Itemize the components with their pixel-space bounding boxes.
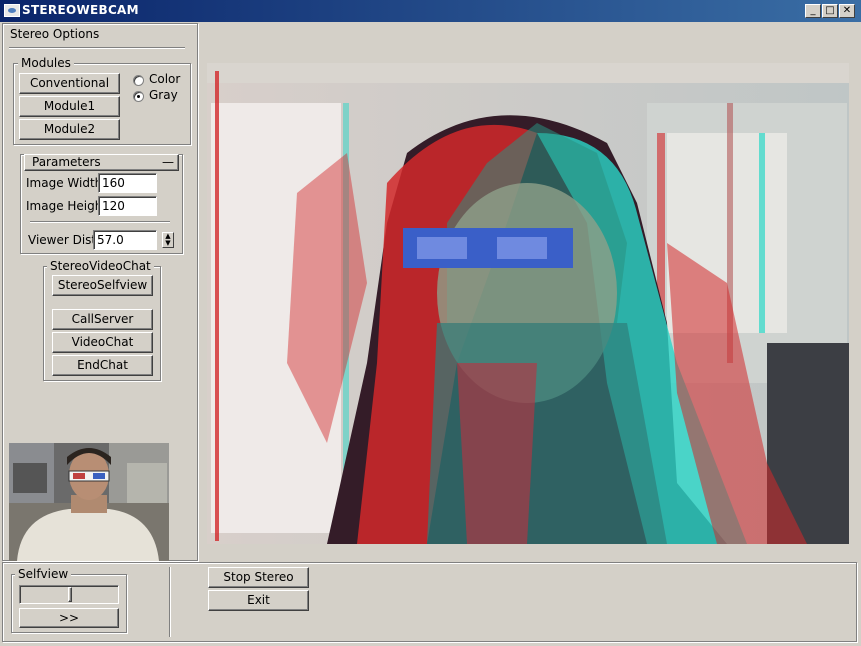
bottom-panel: Selfview >> Stop Stereo Exit [2, 562, 857, 642]
collapse-icon[interactable]: — [162, 155, 174, 170]
parameters-legend: Parameters [32, 155, 101, 169]
separator [30, 221, 170, 223]
app-icon [4, 4, 20, 17]
parameters-header[interactable]: Parameters — [24, 154, 179, 171]
image-width-label: Image Width [26, 176, 103, 190]
modules-legend: Modules [18, 56, 74, 70]
image-height-field[interactable]: 120 [98, 196, 157, 216]
image-width-field[interactable]: 160 [98, 173, 157, 193]
stereo-options-panel: Stereo Options Modules Conventional Modu… [2, 23, 198, 561]
viewer-dist-field[interactable]: 57.0 [93, 230, 157, 250]
videochat-legend: StereoVideoChat [47, 259, 154, 273]
close-button[interactable]: ✕ [839, 4, 855, 18]
separator [9, 47, 185, 49]
selfview-slider[interactable] [19, 585, 119, 604]
parameters-group: Parameters — Image Width 160 Image Heigh… [20, 154, 183, 254]
viewer-dist-spinner[interactable]: ▲ ▼ [162, 232, 174, 248]
selfview-thumbnail [9, 443, 169, 561]
slider-thumb[interactable] [68, 587, 72, 602]
panel-title: Stereo Options [10, 27, 100, 41]
maximize-button[interactable]: □ [822, 4, 838, 18]
color-radio-label: Color [149, 72, 181, 86]
vertical-separator [169, 567, 171, 637]
selfview-group: Selfview >> [11, 567, 127, 633]
modules-group: Modules Conventional Module1 Module2 Col… [13, 56, 191, 145]
window-title: STEREOWEBCAM [22, 3, 139, 17]
stereo-videochat-group: StereoVideoChat StereoSelfview CallServe… [43, 259, 161, 381]
stereo-selfview-button[interactable]: StereoSelfview [52, 275, 153, 296]
title-bar: STEREOWEBCAM _ □ ✕ [0, 0, 861, 22]
viewer-dist-label: Viewer Dist [28, 233, 97, 247]
stop-stereo-button[interactable]: Stop Stereo [208, 567, 309, 588]
exit-button[interactable]: Exit [208, 590, 309, 611]
callserver-button[interactable]: CallServer [52, 309, 153, 330]
color-radio[interactable] [133, 75, 144, 86]
minimize-button[interactable]: _ [805, 4, 821, 18]
expand-button[interactable]: >> [19, 608, 119, 628]
image-height-label: Image Height [26, 199, 108, 213]
videochat-button[interactable]: VideoChat [52, 332, 153, 353]
endchat-button[interactable]: EndChat [52, 355, 153, 376]
conventional-button[interactable]: Conventional [19, 73, 120, 94]
module1-button[interactable]: Module1 [19, 96, 120, 117]
gray-radio-label: Gray [149, 88, 178, 102]
gray-radio[interactable] [133, 91, 144, 102]
stereo-video-view [207, 63, 849, 544]
module2-button[interactable]: Module2 [19, 119, 120, 140]
selfview-legend: Selfview [15, 567, 72, 581]
